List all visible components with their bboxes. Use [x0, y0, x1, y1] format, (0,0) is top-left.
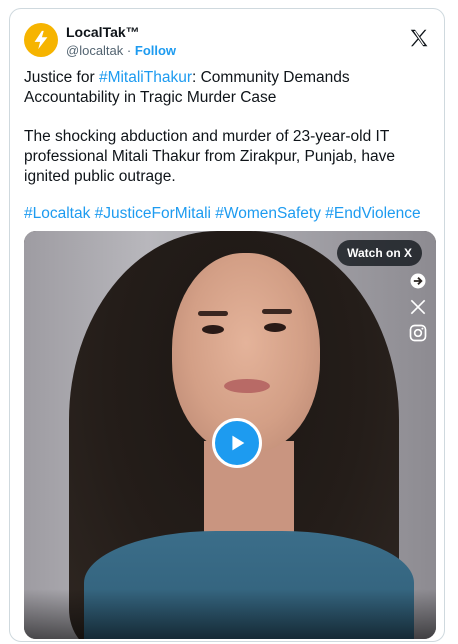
handle[interactable]: @localtak — [66, 43, 123, 58]
text-segment: : Community Demands — [191, 69, 350, 86]
handle-line: @localtak · Follow — [66, 42, 176, 59]
video-side-icons — [408, 271, 430, 349]
brow — [262, 309, 292, 314]
instagram-icon[interactable] — [408, 323, 428, 343]
text-segment: Justice for — [24, 69, 99, 86]
hashtag-row: #Localtak #JusticeForMitali #WomenSafety… — [24, 204, 436, 224]
hashtag-link[interactable]: #WomenSafety — [215, 205, 321, 222]
tweet-para-line: professional Mitali Thakur from Zirakpur… — [24, 148, 396, 165]
lips — [224, 379, 270, 393]
eye — [202, 325, 224, 334]
x-logo-icon[interactable] — [408, 297, 428, 317]
display-name[interactable]: LocalTak™ — [66, 24, 176, 41]
hashtag-link[interactable]: #JusticeForMitali — [95, 205, 211, 222]
brow — [198, 311, 228, 316]
watch-on-x-button[interactable]: Watch on X — [337, 240, 422, 266]
hashtag-link[interactable]: #Localtak — [24, 205, 90, 222]
avatar[interactable] — [24, 23, 58, 57]
tweet-card: LocalTak™ @localtak · Follow Justice for… — [9, 8, 445, 642]
tweet-text: Justice for #MitaliThakur: Community Dem… — [24, 68, 436, 108]
tweet-para-line: ignited public outrage. — [24, 168, 176, 185]
tweet-header: LocalTak™ @localtak · Follow — [24, 23, 430, 59]
tweet-line-2: Accountability in Tragic Murder Case — [24, 89, 277, 106]
share-icon[interactable] — [408, 271, 428, 291]
play-icon — [232, 435, 245, 451]
tweet-para-line: The shocking abduction and murder of 23-… — [24, 128, 390, 145]
account-info: LocalTak™ @localtak · Follow — [66, 24, 176, 59]
video-media[interactable]: Watch on X — [24, 231, 436, 639]
hashtag-link[interactable]: #EndViolence — [325, 205, 420, 222]
x-logo-icon[interactable] — [408, 27, 430, 49]
follow-button[interactable]: Follow — [135, 43, 176, 58]
hashtag-mitalithakur[interactable]: #MitaliThakur — [99, 69, 192, 86]
tweet-paragraph-2: The shocking abduction and murder of 23-… — [24, 127, 436, 187]
video-bottom-shade — [24, 589, 436, 639]
lightning-logo-icon — [34, 30, 48, 50]
separator: · — [126, 43, 132, 58]
eye — [264, 323, 286, 332]
play-button[interactable] — [212, 418, 262, 468]
tweet-line-1: Justice for #MitaliThakur: Community Dem… — [24, 68, 436, 88]
